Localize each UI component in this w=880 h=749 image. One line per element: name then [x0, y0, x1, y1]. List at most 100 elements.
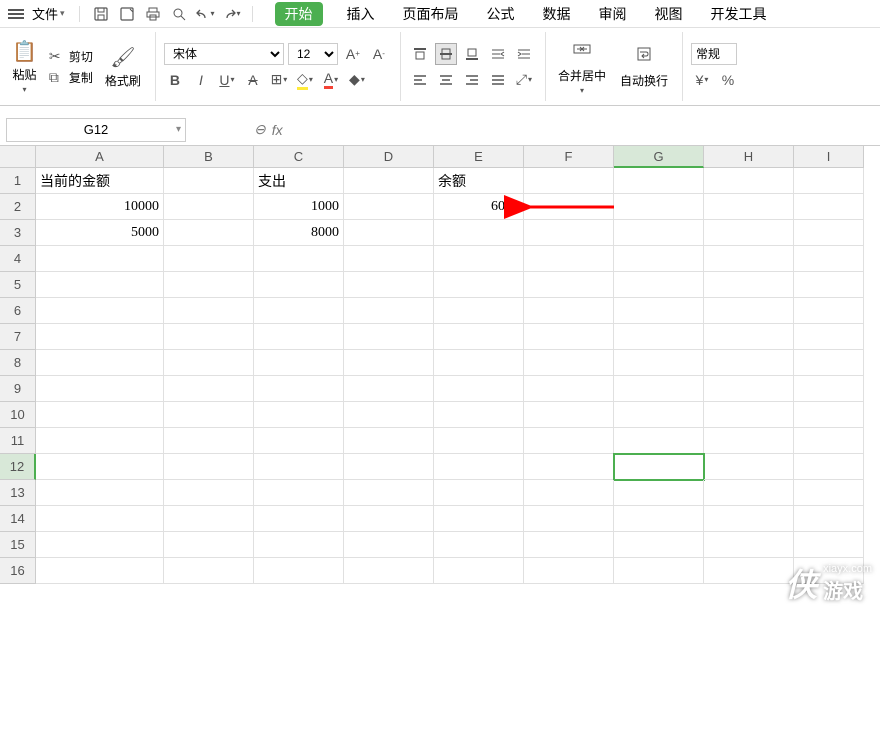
cell-E8[interactable] — [434, 350, 524, 376]
tab-developer[interactable]: 开发工具 — [707, 2, 771, 26]
cell-F7[interactable] — [524, 324, 614, 350]
cell-G13[interactable] — [614, 480, 704, 506]
cell-I14[interactable] — [794, 506, 864, 532]
cell-H11[interactable] — [704, 428, 794, 454]
orientation-icon[interactable]: ⤢▾ — [513, 69, 535, 91]
cell-B3[interactable] — [164, 220, 254, 246]
border-button[interactable]: ⊞▾ — [268, 69, 290, 91]
fx-icon[interactable]: fx — [272, 122, 283, 138]
cell-F15[interactable] — [524, 532, 614, 558]
copy-button[interactable]: ⧉复制 — [47, 68, 95, 87]
cell-B8[interactable] — [164, 350, 254, 376]
cell-G10[interactable] — [614, 402, 704, 428]
justify-icon[interactable] — [487, 69, 509, 91]
row-header-12[interactable]: 12 — [0, 454, 36, 480]
cell-H10[interactable] — [704, 402, 794, 428]
cell-I3[interactable] — [794, 220, 864, 246]
row-header-6[interactable]: 6 — [0, 298, 36, 324]
cell-B11[interactable] — [164, 428, 254, 454]
cell-D5[interactable] — [344, 272, 434, 298]
tab-home[interactable]: 开始 — [275, 2, 323, 26]
cell-I13[interactable] — [794, 480, 864, 506]
column-header-D[interactable]: D — [344, 146, 434, 168]
cell-G1[interactable] — [614, 168, 704, 194]
column-header-G[interactable]: G — [614, 146, 704, 168]
cell-B10[interactable] — [164, 402, 254, 428]
row-header-1[interactable]: 1 — [0, 168, 36, 194]
cell-B13[interactable] — [164, 480, 254, 506]
cell-D7[interactable] — [344, 324, 434, 350]
cell-B4[interactable] — [164, 246, 254, 272]
cell-H14[interactable] — [704, 506, 794, 532]
cell-F10[interactable] — [524, 402, 614, 428]
increase-font-icon[interactable]: A+ — [342, 43, 364, 65]
cell-I2[interactable] — [794, 194, 864, 220]
cell-D10[interactable] — [344, 402, 434, 428]
cell-A1[interactable]: 当前的金额 — [36, 168, 164, 194]
tab-formulas[interactable]: 公式 — [483, 2, 519, 26]
cell-F2[interactable] — [524, 194, 614, 220]
cell-E2[interactable]: 6000 — [434, 194, 524, 220]
column-header-H[interactable]: H — [704, 146, 794, 168]
cell-E1[interactable]: 余额 — [434, 168, 524, 194]
cell-A8[interactable] — [36, 350, 164, 376]
cell-G8[interactable] — [614, 350, 704, 376]
cell-E13[interactable] — [434, 480, 524, 506]
cell-H12[interactable] — [704, 454, 794, 480]
cell-C6[interactable] — [254, 298, 344, 324]
cell-E16[interactable] — [434, 558, 524, 584]
align-bottom-icon[interactable] — [461, 43, 483, 65]
underline-button[interactable]: U▾ — [216, 69, 238, 91]
cell-D13[interactable] — [344, 480, 434, 506]
cell-D2[interactable] — [344, 194, 434, 220]
tab-page-layout[interactable]: 页面布局 — [399, 2, 463, 26]
hamburger-icon[interactable] — [8, 9, 24, 19]
column-header-B[interactable]: B — [164, 146, 254, 168]
row-header-15[interactable]: 15 — [0, 532, 36, 558]
cell-F3[interactable] — [524, 220, 614, 246]
paste-button[interactable]: 📋 粘贴▾ — [8, 37, 41, 96]
cell-F14[interactable] — [524, 506, 614, 532]
cell-F16[interactable] — [524, 558, 614, 584]
cell-B7[interactable] — [164, 324, 254, 350]
currency-icon[interactable]: ¥▾ — [691, 69, 713, 91]
strike-button[interactable]: A — [242, 69, 264, 91]
cell-H7[interactable] — [704, 324, 794, 350]
cell-I5[interactable] — [794, 272, 864, 298]
cell-E10[interactable] — [434, 402, 524, 428]
cell-H16[interactable] — [704, 558, 794, 584]
cell-F11[interactable] — [524, 428, 614, 454]
cell-D4[interactable] — [344, 246, 434, 272]
cell-B14[interactable] — [164, 506, 254, 532]
align-center-icon[interactable] — [435, 69, 457, 91]
row-header-9[interactable]: 9 — [0, 376, 36, 402]
cell-G15[interactable] — [614, 532, 704, 558]
cell-E6[interactable] — [434, 298, 524, 324]
row-header-8[interactable]: 8 — [0, 350, 36, 376]
cell-G3[interactable] — [614, 220, 704, 246]
cell-A10[interactable] — [36, 402, 164, 428]
cell-I1[interactable] — [794, 168, 864, 194]
cell-F5[interactable] — [524, 272, 614, 298]
cell-A13[interactable] — [36, 480, 164, 506]
cell-I4[interactable] — [794, 246, 864, 272]
cell-B1[interactable] — [164, 168, 254, 194]
cell-C11[interactable] — [254, 428, 344, 454]
undo-icon[interactable]: ▾ — [194, 3, 216, 25]
cell-I15[interactable] — [794, 532, 864, 558]
cell-H5[interactable] — [704, 272, 794, 298]
cell-I9[interactable] — [794, 376, 864, 402]
cell-C2[interactable]: 1000 — [254, 194, 344, 220]
cell-D3[interactable] — [344, 220, 434, 246]
cell-D1[interactable] — [344, 168, 434, 194]
cell-I8[interactable] — [794, 350, 864, 376]
tab-view[interactable]: 视图 — [651, 2, 687, 26]
cell-C13[interactable] — [254, 480, 344, 506]
decrease-indent-icon[interactable] — [487, 43, 509, 65]
cell-A6[interactable] — [36, 298, 164, 324]
column-header-A[interactable]: A — [36, 146, 164, 168]
cell-C9[interactable] — [254, 376, 344, 402]
column-header-F[interactable]: F — [524, 146, 614, 168]
cell-G11[interactable] — [614, 428, 704, 454]
tab-data[interactable]: 数据 — [539, 2, 575, 26]
